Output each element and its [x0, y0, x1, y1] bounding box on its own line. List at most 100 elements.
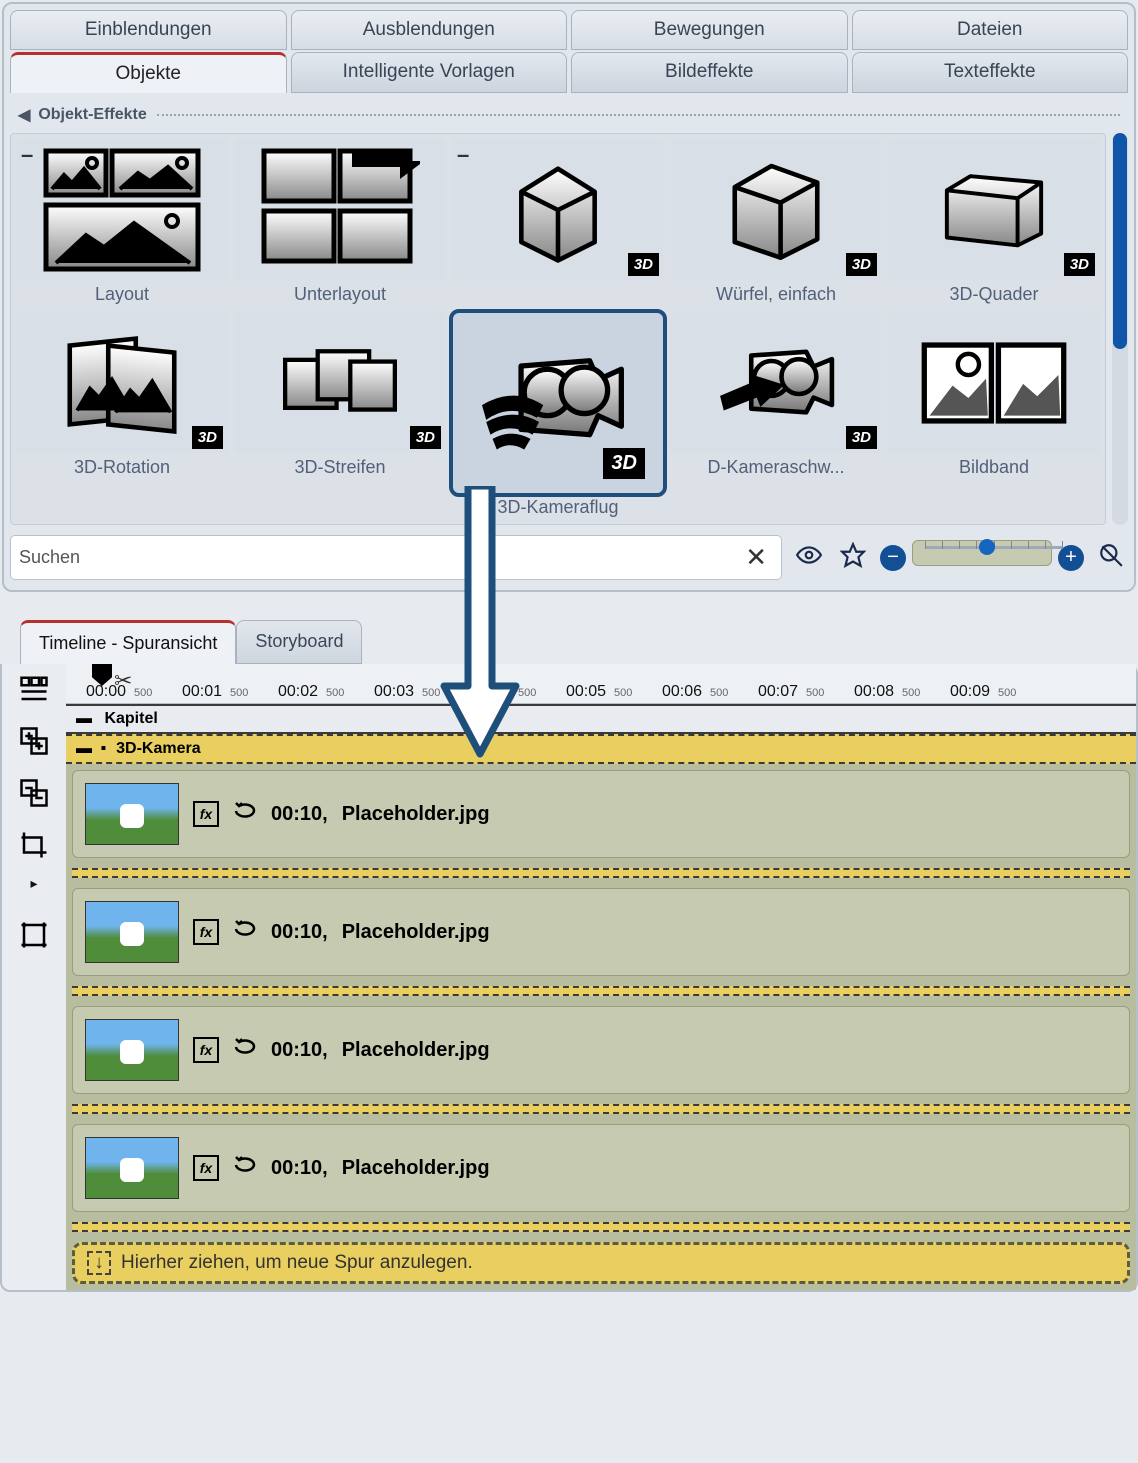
- star-icon[interactable]: [836, 542, 870, 574]
- tracks-container: fx 00:10, Placeholder.jpg fx 00:10, Placehold…: [66, 764, 1136, 1290]
- tab-intelligente-vorlagen[interactable]: Intelligente Vorlagen: [291, 52, 568, 93]
- track-duration: 00:10,: [271, 1039, 328, 1062]
- zoom-track[interactable]: [912, 540, 1052, 566]
- tab-objekte[interactable]: Objekte: [10, 52, 287, 93]
- collapse-icon[interactable]: ▬: [76, 710, 92, 727]
- tab-ausblendungen[interactable]: Ausblendungen: [291, 10, 568, 50]
- section-title: Objekt-Effekte: [38, 106, 146, 124]
- zoom-knob[interactable]: [979, 539, 995, 555]
- kamera-header[interactable]: ▬ ▪ 3D-Kamera: [66, 734, 1136, 764]
- gallery-label: 3D-Streifen: [235, 457, 445, 478]
- loop-icon[interactable]: [233, 799, 257, 829]
- gallery-item-3d-wuerfel[interactable]: – 3D: [449, 136, 667, 309]
- fx-badge[interactable]: fx: [193, 1155, 219, 1181]
- fx-badge[interactable]: fx: [193, 801, 219, 827]
- tab-einblendungen[interactable]: Einblendungen: [10, 10, 287, 50]
- collapse-triangle-icon[interactable]: ◀: [18, 105, 30, 125]
- loop-icon[interactable]: [233, 1035, 257, 1065]
- collapse-minus-icon: –: [21, 142, 33, 168]
- track-divider: [72, 1104, 1130, 1114]
- track-thumbnail: [85, 1137, 179, 1199]
- bottom-tab-row: Timeline - Spuransicht Storyboard: [20, 620, 1138, 664]
- track-thumbnail: [85, 901, 179, 963]
- download-arrow-icon: ↓: [87, 1251, 111, 1275]
- scrollbar-thumb[interactable]: [1113, 133, 1127, 349]
- ruler-mark: 00:02500: [278, 683, 318, 701]
- badge-3d: 3D: [192, 426, 223, 449]
- badge-3d: 3D: [1064, 253, 1095, 276]
- track-duration: 00:10,: [271, 803, 328, 826]
- kamera-label: 3D-Kamera: [116, 740, 200, 758]
- section-dots: [157, 114, 1120, 116]
- track-filename: Placeholder.jpg: [342, 1039, 490, 1062]
- gallery-item-wuerfel-einfach[interactable]: 3D Würfel, einfach: [667, 136, 885, 309]
- tool-add-plus-icon[interactable]: [17, 724, 51, 758]
- timeline-ruler[interactable]: ✂ 00:0050000:0150000:0250000:0350000:045…: [66, 664, 1136, 704]
- tool-crop-icon[interactable]: [17, 828, 51, 862]
- gallery-item-3d-quader[interactable]: 3D 3D-Quader: [885, 136, 1103, 309]
- loop-icon[interactable]: [233, 917, 257, 947]
- gallery-label: Layout: [17, 284, 227, 305]
- tab-bewegungen[interactable]: Bewegungen: [571, 10, 848, 50]
- gallery-label: 3D-Rotation: [17, 457, 227, 478]
- gallery-label: Würfel, einfach: [671, 284, 881, 305]
- collapse-minus-icon: –: [457, 142, 469, 168]
- chapter-header[interactable]: ▬ Kapitel: [66, 704, 1136, 734]
- tab-dateien[interactable]: Dateien: [852, 10, 1129, 50]
- tab-storyboard[interactable]: Storyboard: [236, 620, 362, 664]
- tool-frame-icon[interactable]: [17, 918, 51, 952]
- loop-icon[interactable]: [233, 1153, 257, 1183]
- track-duration: 00:10,: [271, 921, 328, 944]
- track-thumbnail: [85, 1019, 179, 1081]
- timeline-side-tools: ▸: [2, 664, 66, 1290]
- tab-row-2: Objekte Intelligente Vorlagen Bildeffekt…: [10, 52, 1128, 93]
- track-filename: Placeholder.jpg: [342, 803, 490, 826]
- zoom-slider[interactable]: − +: [880, 540, 1084, 576]
- ruler-mark: 00:09500: [950, 683, 990, 701]
- zoom-out-button[interactable]: −: [880, 545, 906, 571]
- track-item[interactable]: fx 00:10, Placeholder.jpg: [72, 888, 1130, 976]
- chapter-label: Kapitel: [104, 710, 157, 727]
- track-filename: Placeholder.jpg: [342, 921, 490, 944]
- ruler-mark: 00:04500: [470, 683, 510, 701]
- effects-gallery: – La: [10, 133, 1106, 525]
- gallery-scrollbar[interactable]: [1112, 133, 1128, 525]
- search-placeholder: Suchen: [19, 547, 80, 568]
- collapse-dash-icon[interactable]: ▬ ▪: [76, 740, 108, 758]
- ruler-mark: 00:07500: [758, 683, 798, 701]
- zoom-reset-icon[interactable]: [1094, 542, 1128, 574]
- badge-3d: 3D: [846, 426, 877, 449]
- gallery-item-3d-streifen[interactable]: 3D 3D-Streifen: [231, 309, 449, 522]
- gallery-item-3d-rotation[interactable]: 3D 3D-Rotation: [13, 309, 231, 522]
- fx-badge[interactable]: fx: [193, 919, 219, 945]
- ruler-mark: 00:00500: [86, 683, 126, 701]
- track-item[interactable]: fx 00:10, Placeholder.jpg: [72, 1006, 1130, 1094]
- section-header[interactable]: ◀ Objekt-Effekte: [18, 105, 1120, 125]
- badge-3d: 3D: [410, 426, 441, 449]
- drop-hint[interactable]: ↓Hierher ziehen, um neue Spur anzulegen.: [72, 1242, 1130, 1284]
- search-input[interactable]: Suchen ✕: [10, 535, 782, 580]
- fx-badge[interactable]: fx: [193, 1037, 219, 1063]
- tab-texteffekte[interactable]: Texteffekte: [852, 52, 1129, 93]
- gallery-item-3d-kameraflug[interactable]: 3D 3D-Kameraflug: [449, 309, 667, 522]
- tool-remove-minus-icon[interactable]: [17, 776, 51, 810]
- clear-search-icon[interactable]: ✕: [739, 542, 773, 573]
- tab-timeline[interactable]: Timeline - Spuransicht: [20, 620, 236, 664]
- tool-tracks-icon[interactable]: [17, 672, 51, 706]
- tab-row-1: Einblendungen Ausblendungen Bewegungen D…: [10, 10, 1128, 50]
- tab-bildeffekte[interactable]: Bildeffekte: [571, 52, 848, 93]
- gallery-item-3d-kameraschwenk[interactable]: 3D D-Kameraschw...: [667, 309, 885, 522]
- track-item[interactable]: fx00:10,Placeholder.jpg: [72, 1124, 1130, 1212]
- gallery-item-bildband[interactable]: Bildband: [885, 309, 1103, 522]
- search-row: Suchen ✕ − +: [10, 535, 1128, 580]
- eye-icon[interactable]: [792, 542, 826, 574]
- gallery-item-layout[interactable]: – La: [13, 136, 231, 309]
- track-item[interactable]: fx 00:10, Placeholder.jpg: [72, 770, 1130, 858]
- tool-dropdown-icon[interactable]: ▸: [17, 866, 51, 900]
- gallery-label: 3D-Quader: [889, 284, 1099, 305]
- gallery-item-unterlayout[interactable]: Unterlayout: [231, 136, 449, 309]
- badge-3d: 3D: [846, 253, 877, 276]
- gallery-label: 3D-Kameraflug: [453, 497, 663, 518]
- ruler-mark: 00:01500: [182, 683, 222, 701]
- track-thumbnail: [85, 783, 179, 845]
